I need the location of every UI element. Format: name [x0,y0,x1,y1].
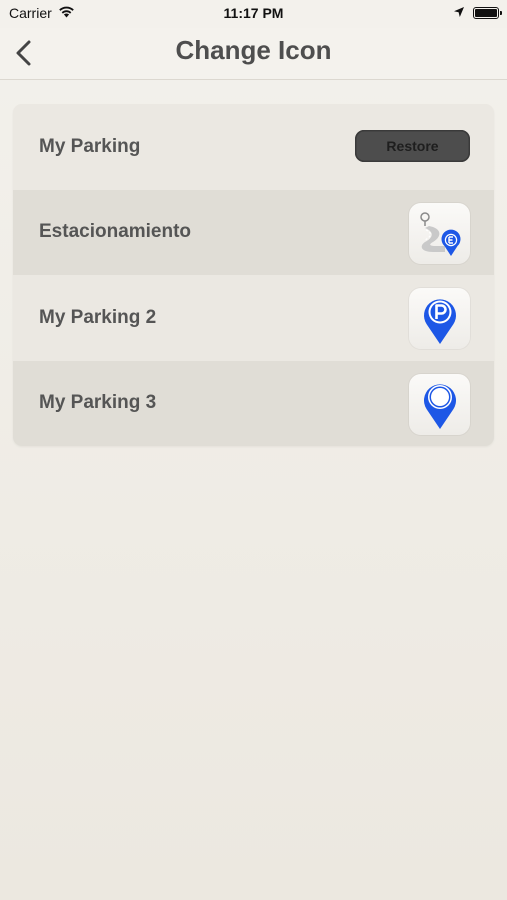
page-title: Change Icon [175,35,332,65]
status-bar: Carrier 11:17 PM [0,0,507,28]
list-item-label: My Parking [39,135,141,157]
list-item-label: My Parking 2 [39,306,157,328]
status-right [453,5,502,21]
pin-icon[interactable] [409,373,470,435]
pin-p-icon[interactable] [409,288,470,349]
list-item-my-parking-3[interactable]: My Parking 3 [13,360,494,446]
list-item-my-parking-2[interactable]: My Parking 2 [13,275,494,361]
road-pin-e-icon[interactable] [409,202,470,264]
icon-list: My Parking Restore Estacionamiento My Pa… [13,104,494,446]
battery-icon [473,7,502,19]
list-item-label: My Parking 3 [39,392,157,414]
list-item-my-parking[interactable]: My Parking Restore [13,104,494,190]
list-item-label: Estacionamiento [39,221,192,243]
restore-button[interactable]: Restore [355,130,470,162]
location-arrow-icon [453,5,465,21]
status-time: 11:17 PM [223,5,284,21]
list-item-estacionamiento[interactable]: Estacionamiento [13,189,494,275]
restore-button-label: Restore [386,138,439,154]
navigation-bar: Change Icon [0,28,507,80]
